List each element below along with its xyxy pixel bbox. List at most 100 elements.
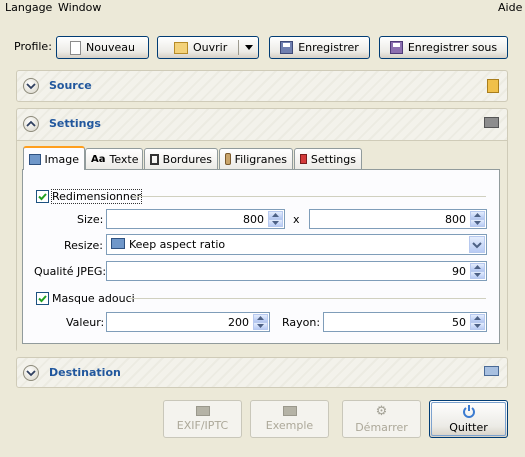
open-profile-button[interactable]: Ouvrir — [157, 36, 259, 59]
collapse-chevron-icon[interactable] — [23, 116, 39, 132]
preview-label: Exemple — [265, 419, 314, 432]
tab-borders-label: Bordures — [162, 152, 212, 166]
arrow-up-icon[interactable] — [470, 211, 485, 219]
save-as-icon — [389, 41, 403, 54]
expand-chevron-icon[interactable] — [23, 365, 39, 381]
open-profile-label: Ouvrir — [193, 41, 228, 54]
exif-icon — [195, 406, 210, 416]
radius-spinbox[interactable]: 50 — [323, 312, 487, 332]
new-profile-button[interactable]: Nouveau — [56, 36, 149, 59]
source-header[interactable]: Source — [17, 71, 507, 101]
jpeg-quality-value: 90 — [452, 265, 466, 278]
open-dropdown-separator — [238, 40, 239, 55]
resize-divider — [133, 196, 486, 197]
save-profile-label: Enregistrer — [298, 41, 359, 54]
source-folder-icon — [487, 79, 499, 93]
destination-section: Destination — [16, 357, 508, 388]
amount-stepper[interactable] — [253, 314, 268, 330]
arrow-down-icon[interactable] — [470, 271, 485, 279]
save-as-profile-button[interactable]: Enregistrer sous — [379, 36, 508, 59]
jpeg-quality-label: Qualité JPEG: — [34, 265, 107, 278]
source-title: Source — [49, 79, 92, 92]
save-disk-icon — [280, 41, 294, 54]
jpeg-quality-spinbox[interactable]: 90 — [106, 261, 487, 281]
arrow-down-icon[interactable] — [470, 322, 485, 330]
size-times: x — [293, 213, 300, 226]
expand-chevron-icon[interactable] — [23, 78, 39, 94]
resize-checkbox[interactable] — [36, 190, 49, 203]
border-icon — [150, 153, 159, 165]
amount-value: 200 — [228, 316, 249, 329]
chevron-down-icon[interactable] — [245, 45, 253, 50]
start-button[interactable]: ⚙ Démarrer — [342, 400, 421, 438]
tab-image[interactable]: Image — [23, 146, 85, 170]
tab-settings-label: Settings — [310, 152, 356, 166]
image-icon — [29, 153, 41, 165]
width-stepper[interactable] — [268, 211, 283, 227]
unsharp-mask-checkbox[interactable] — [36, 292, 49, 305]
settings-title: Settings — [49, 117, 101, 130]
power-icon — [462, 404, 476, 418]
tab-watermarks[interactable]: Filigranes — [219, 148, 293, 169]
arrow-up-icon[interactable] — [253, 314, 268, 322]
resize-group-label[interactable]: Redimensionner — [50, 189, 143, 204]
arrow-up-icon[interactable] — [268, 211, 283, 219]
amount-label: Valeur: — [66, 316, 105, 329]
tab-image-label: Image — [44, 152, 79, 166]
preview-button[interactable]: Exemple — [250, 400, 329, 438]
tab-text-label: Texte — [109, 152, 139, 166]
menu-help[interactable]: Aide — [498, 1, 522, 14]
tab-text[interactable]: Aa Texte — [85, 148, 143, 169]
new-document-icon — [70, 40, 82, 55]
menu-window[interactable]: Window — [58, 1, 101, 14]
tab-watermarks-label: Filigranes — [234, 152, 287, 166]
width-value: 800 — [243, 213, 264, 226]
settings-keyboard-icon — [484, 117, 499, 128]
radius-stepper[interactable] — [470, 314, 485, 330]
tab-borders[interactable]: Bordures — [144, 148, 218, 169]
exif-iptc-label: EXIF/IPTC — [176, 419, 229, 432]
start-label: Démarrer — [355, 420, 408, 434]
aspect-ratio-icon — [111, 238, 125, 249]
arrow-up-icon[interactable] — [470, 263, 485, 271]
source-section: Source — [16, 70, 508, 102]
amount-spinbox[interactable]: 200 — [106, 312, 270, 332]
destination-header[interactable]: Destination — [17, 358, 507, 388]
chevron-down-icon[interactable] — [469, 236, 485, 253]
destination-drive-icon — [484, 366, 499, 376]
save-profile-button[interactable]: Enregistrer — [269, 36, 370, 59]
arrow-up-icon[interactable] — [470, 314, 485, 322]
arrow-down-icon[interactable] — [470, 219, 485, 227]
menu-language[interactable]: Langage — [5, 1, 52, 14]
arrow-down-icon[interactable] — [253, 322, 268, 330]
stamp-icon — [225, 153, 231, 165]
preview-icon — [282, 406, 297, 416]
save-as-profile-label: Enregistrer sous — [407, 41, 498, 54]
width-spinbox[interactable]: 800 — [106, 209, 285, 229]
unsharp-group-label[interactable]: Masque adouci — [52, 292, 135, 305]
exif-iptc-button[interactable]: EXIF/IPTC — [163, 400, 242, 438]
resize-mode-label: Resize: — [64, 239, 103, 252]
resize-mode-value: Keep aspect ratio — [129, 238, 226, 251]
folder-icon — [174, 41, 188, 54]
text-icon: Aa — [91, 153, 106, 165]
gear-icon: ⚙ — [375, 403, 388, 419]
unsharp-divider — [129, 298, 486, 299]
settings-header[interactable]: Settings — [17, 109, 507, 139]
radius-value: 50 — [452, 316, 466, 329]
radius-label: Rayon: — [282, 316, 321, 329]
quit-button[interactable]: Quitter — [429, 400, 508, 438]
destination-title: Destination — [49, 366, 121, 379]
tab-settings[interactable]: Settings — [294, 148, 362, 169]
height-stepper[interactable] — [470, 211, 485, 227]
size-label: Size: — [77, 213, 104, 226]
quit-label: Quitter — [449, 421, 488, 434]
resize-mode-select[interactable]: Keep aspect ratio — [106, 234, 487, 255]
new-profile-label: Nouveau — [86, 41, 135, 54]
menubar: Langage Window Aide — [0, 0, 525, 17]
height-spinbox[interactable]: 800 — [309, 209, 487, 229]
arrow-down-icon[interactable] — [268, 219, 283, 227]
height-value: 800 — [445, 213, 466, 226]
toolbox-icon — [300, 154, 307, 164]
jpeg-quality-stepper[interactable] — [470, 263, 485, 279]
